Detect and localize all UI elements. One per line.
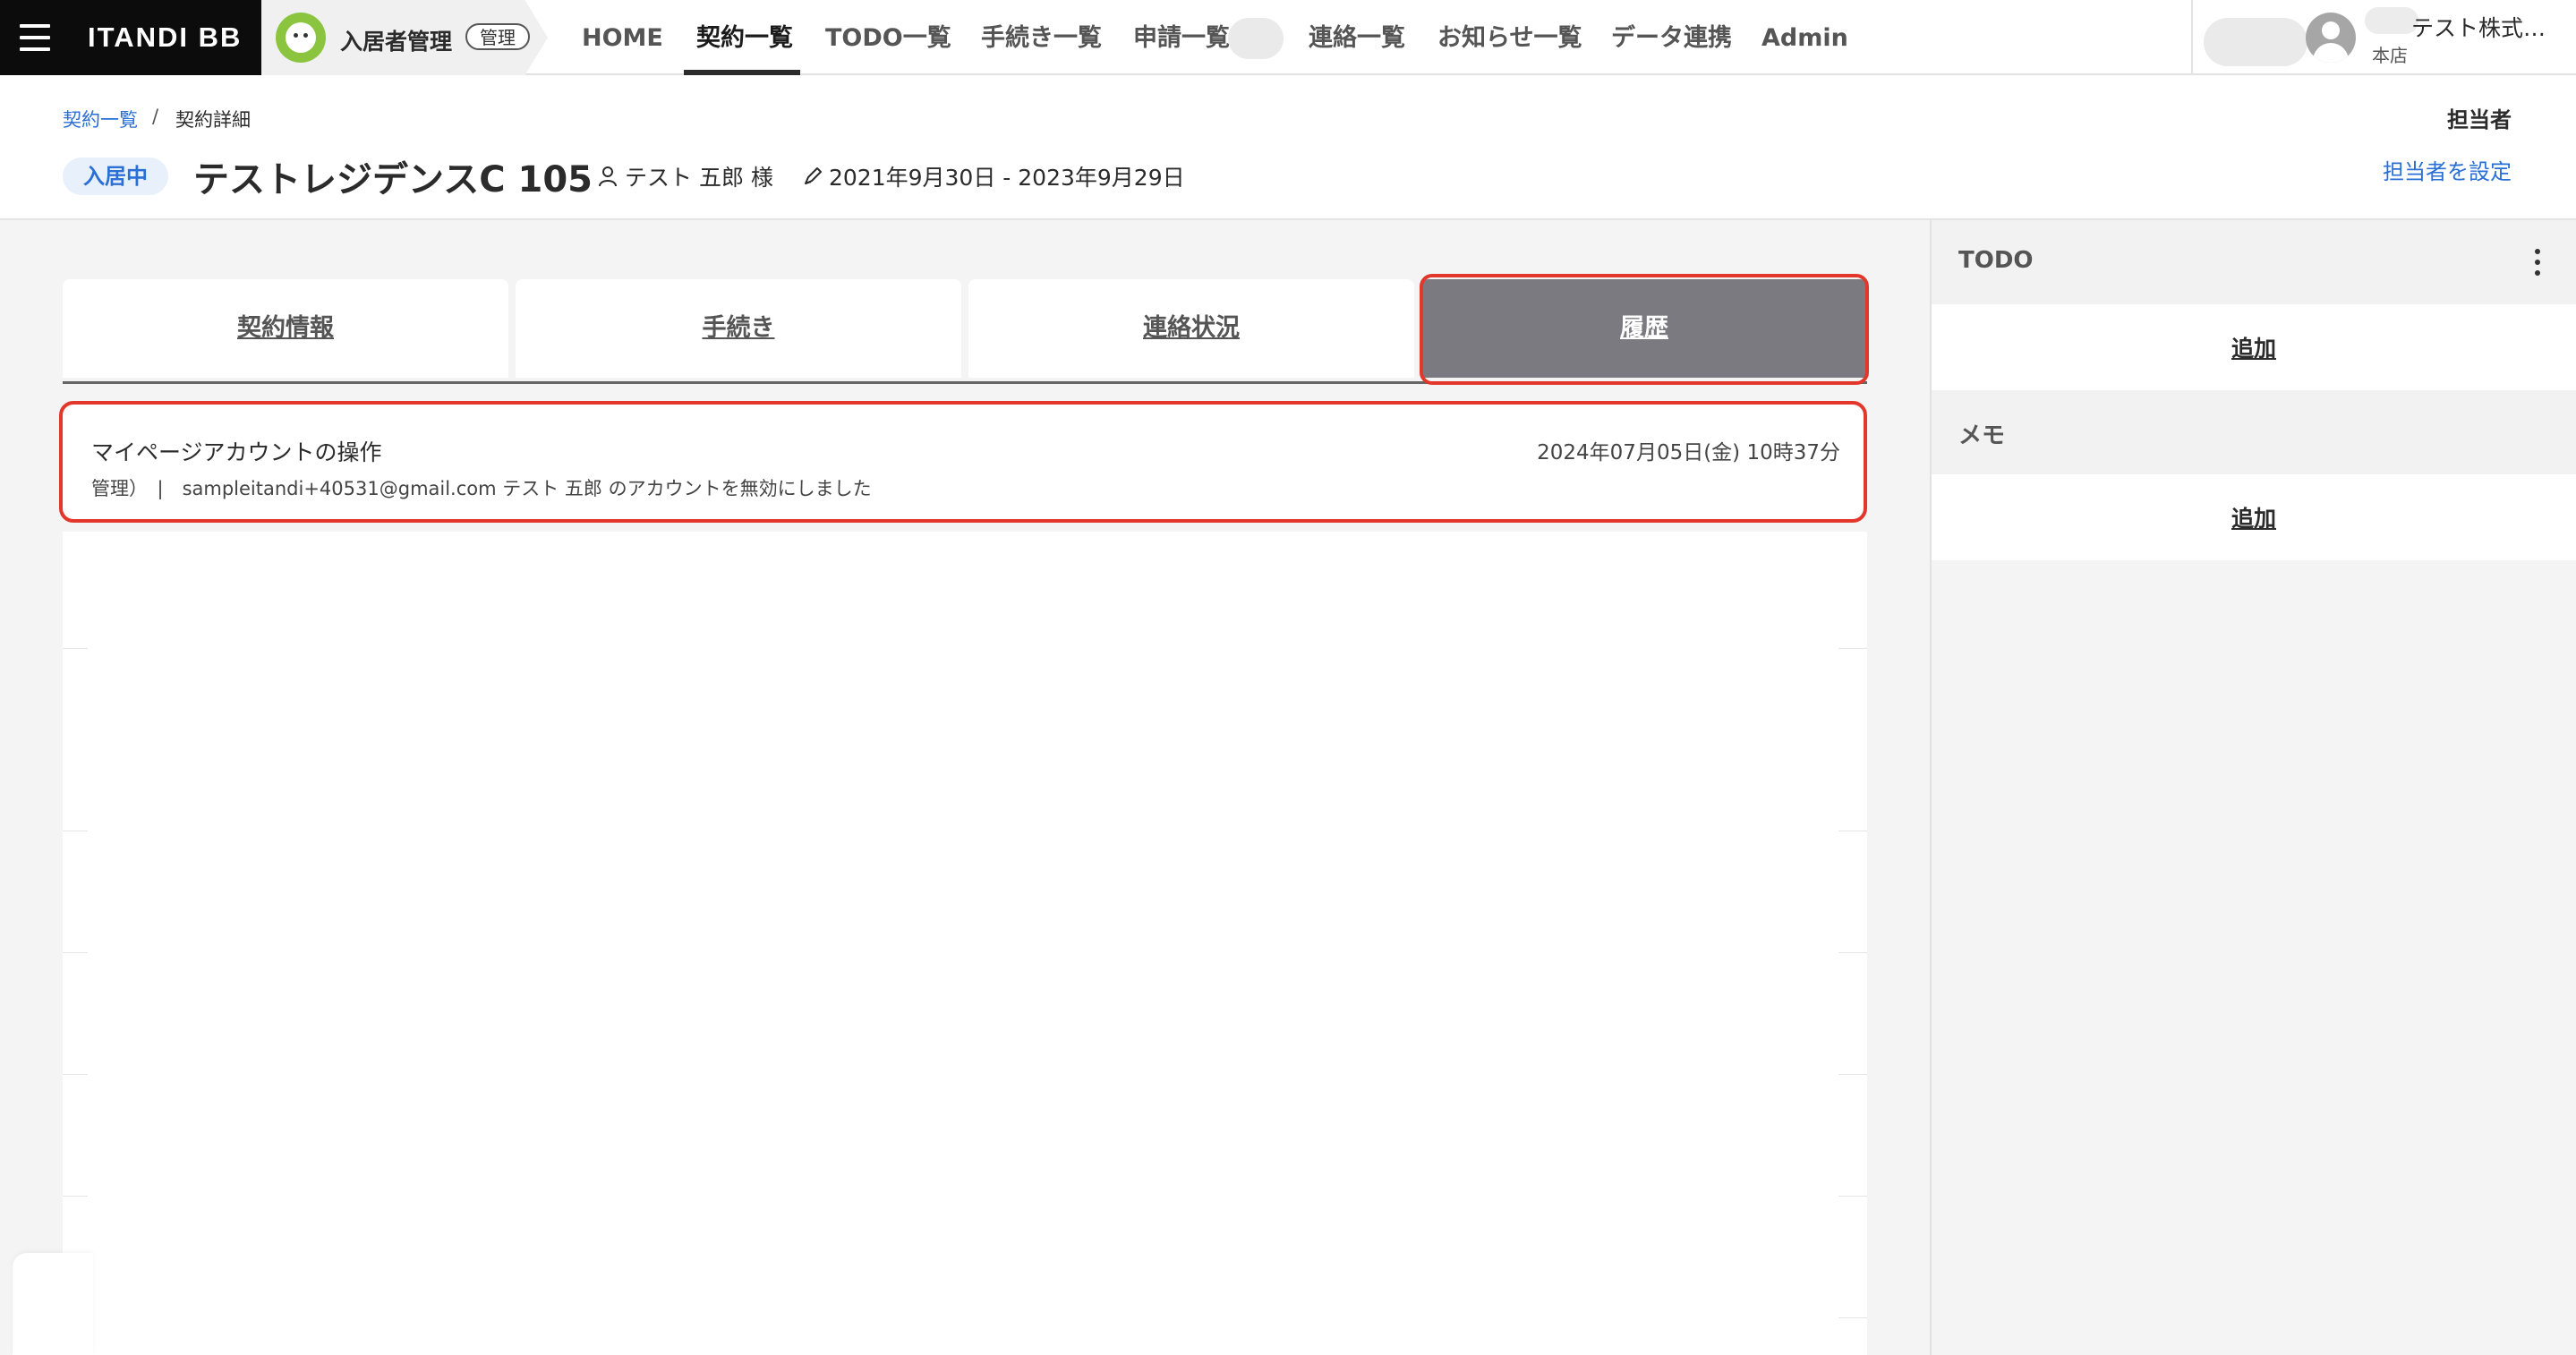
history-entry-datetime: 2024年07月05日(金) 10時37分 (1537, 441, 1840, 464)
history-entry-detail: 管理） | sampleitandi+40531@gmail.com テスト 五… (91, 478, 872, 499)
contract-header: 契約一覧 / 契約詳細 入居中 テストレジデンスC 105 テスト 五郎 様 2… (0, 75, 2576, 220)
add-todo-button[interactable]: 追加 (1932, 331, 2576, 363)
nav-todo[interactable]: TODO一覧 (825, 0, 951, 75)
todo-header: TODO (1932, 220, 2576, 304)
history-list-panel (63, 532, 1867, 1355)
user-branch: 本店 (2372, 45, 2408, 66)
more-options-icon[interactable] (2535, 249, 2540, 276)
user-avatar-icon[interactable] (2306, 13, 2356, 63)
brand-area: ITANDI BB (0, 0, 261, 75)
user-menu[interactable]: テスト株式… 本店 (2191, 0, 2576, 75)
nav-contracts[interactable]: 契約一覧 (696, 0, 793, 75)
menu-icon[interactable] (20, 24, 50, 51)
memo-title: メモ (1958, 422, 2006, 449)
app-name[interactable]: 入居者管理 (340, 24, 452, 56)
person-icon (599, 166, 617, 187)
tab-procedures[interactable]: 手続き (516, 279, 961, 378)
brand-logo[interactable]: ITANDI BB (88, 21, 242, 54)
page-title: テストレジデンスC 105 (193, 159, 593, 200)
contract-period: 2021年9月30日 - 2023年9月29日 (802, 160, 1185, 192)
todo-title: TODO (1958, 247, 2034, 274)
breadcrumb-separator: / (152, 106, 159, 127)
user-company: テスト株式… (2411, 15, 2546, 41)
tab-contact-status[interactable]: 連絡状況 (968, 279, 1414, 378)
tab-history[interactable]: 履歴 (1421, 279, 1867, 378)
pen-icon (805, 167, 822, 184)
history-entry[interactable]: マイページアカウントの操作 2024年07月05日(金) 10時37分 管理） … (59, 401, 1867, 523)
nav-notices[interactable]: お知らせ一覧 (1437, 0, 1582, 75)
tenant-name: テスト 五郎 様 (625, 165, 773, 191)
status-badge: 入居中 (63, 158, 168, 195)
top-navigation: ITANDI BB 入居者管理 管理 HOME 契約一覧 TODO一覧 手続き一… (0, 0, 2576, 75)
memo-body: 追加 (1932, 474, 2576, 560)
nav-applications[interactable]: 申請一覧 (1133, 0, 1230, 75)
history-entry-title: マイページアカウントの操作 (91, 439, 382, 465)
breadcrumb-contract-list[interactable]: 契約一覧 (63, 106, 138, 132)
set-assignee-link[interactable]: 担当者を設定 (2383, 154, 2512, 185)
nav-home[interactable]: HOME (582, 0, 663, 75)
todo-body: 追加 (1932, 304, 2576, 390)
add-memo-button[interactable]: 追加 (1932, 501, 2576, 533)
app-role-badge: 管理 (465, 23, 530, 50)
floating-widget[interactable] (13, 1253, 93, 1355)
nav-admin[interactable]: Admin (1761, 0, 1848, 75)
app-mascot-icon (276, 13, 326, 63)
contract-tabs: 契約情報 手続き 連絡状況 履歴 (63, 279, 1867, 384)
assignee-label: 担当者 (2447, 107, 2512, 132)
nav-data-integration[interactable]: データ連携 (1611, 0, 1732, 75)
tenant-info: テスト 五郎 様 (598, 160, 773, 192)
tab-contract-info[interactable]: 契約情報 (63, 279, 508, 378)
nav-count-badge (1228, 18, 1284, 59)
nav-procedures[interactable]: 手続き一覧 (981, 0, 1102, 75)
nav-contacts[interactable]: 連絡一覧 (1309, 0, 1405, 75)
right-sidebar: TODO 追加 メモ 追加 (1930, 220, 2576, 1355)
contract-period-text: 2021年9月30日 - 2023年9月29日 (829, 165, 1185, 191)
memo-header: メモ (1932, 390, 2576, 474)
user-name-redacted (2365, 7, 2418, 34)
breadcrumb-current: 契約詳細 (175, 109, 251, 131)
notification-pill[interactable] (2204, 18, 2307, 66)
